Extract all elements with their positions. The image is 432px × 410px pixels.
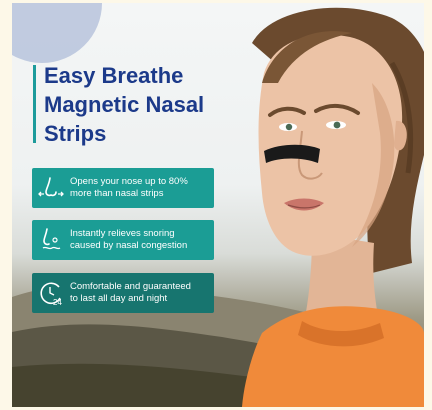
feature-1-line-1: Opens your nose up to 80% — [70, 176, 188, 187]
product-title: Easy Breathe Magnetic Nasal Strips — [44, 61, 234, 148]
title-line-1: Easy Breathe — [44, 63, 184, 88]
feature-3-line-1: Comfortable and guaranteed — [70, 281, 191, 292]
snoring-icon — [32, 220, 70, 260]
feature-badge-comfortable: 24 Comfortable and guaranteed to last al… — [32, 273, 214, 313]
feature-badge-relieves-snoring: Instantly relieves snoring caused by nas… — [32, 220, 214, 260]
clock-24-icon: 24 — [32, 273, 70, 313]
feature-2-line-2: caused by nasal congestion — [70, 240, 188, 251]
title-line-3: Strips — [44, 121, 107, 146]
feature-badge-opens-nose: Opens your nose up to 80% more than nasa… — [32, 168, 214, 208]
product-banner: Easy Breathe Magnetic Nasal Strips Opens… — [12, 3, 424, 407]
feature-3-line-2: to last all day and night — [70, 293, 168, 304]
feature-1-line-2: more than nasal strips — [70, 188, 164, 199]
title-accent-bar — [33, 65, 36, 143]
feature-2-line-1: Instantly relieves snoring — [70, 228, 175, 239]
title-line-2: Magnetic Nasal — [44, 92, 205, 117]
svg-text:24: 24 — [53, 298, 62, 307]
product-image-frame: Easy Breathe Magnetic Nasal Strips Opens… — [0, 0, 432, 410]
nose-icon — [32, 168, 70, 208]
